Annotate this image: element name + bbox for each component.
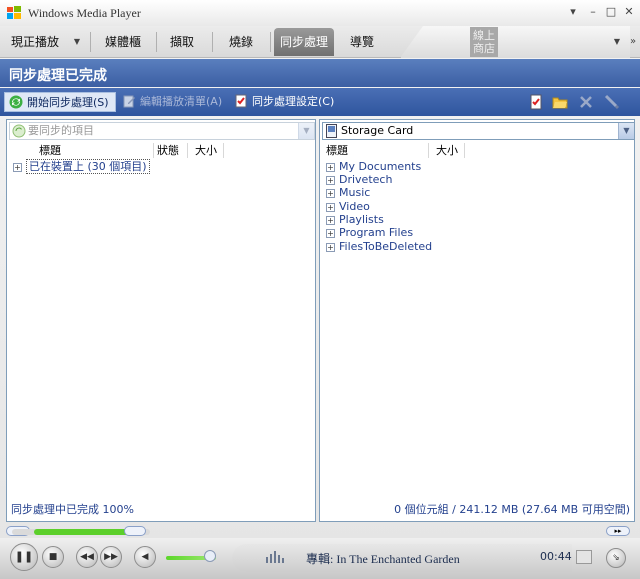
title-bar: Windows Media Player ▾ – □ ✕	[0, 0, 640, 26]
expand-icon[interactable]: +	[326, 203, 335, 212]
pen-icon[interactable]	[604, 94, 620, 110]
edit-playlist-button[interactable]: 編輯播放清單(A)	[122, 92, 222, 112]
expand-icon[interactable]: +	[326, 189, 335, 198]
tab-sync[interactable]: 同步處理	[274, 28, 334, 56]
maximize-button[interactable]: □	[604, 5, 618, 19]
expand-icon[interactable]: +	[326, 176, 335, 185]
stop-button[interactable]: ■	[42, 546, 64, 568]
online-store-area	[400, 26, 630, 58]
chevron-down-icon[interactable]: ▾	[566, 5, 580, 19]
tree-label: Music	[339, 186, 371, 199]
properties-icon[interactable]	[528, 94, 544, 110]
list-item[interactable]: + Music	[326, 186, 370, 199]
tab-guide[interactable]: 導覽	[340, 28, 384, 56]
storage-card-icon	[326, 124, 337, 138]
transport-bar: ❚❚ ■ ◀◀ ▶▶ ◀ 專輯: In The Enchanted Garden…	[0, 538, 640, 579]
nav-tabs: 現正播放 ▼ 媒體櫃 擷取 燒錄 同步處理 導覽 線上商店 ▼ »	[0, 26, 640, 58]
wmp-window: Windows Media Player ▾ – □ ✕ 現正播放 ▼ 媒體櫃 …	[0, 0, 640, 579]
sync-settings-label: 同步處理設定(C)	[252, 95, 335, 108]
chevron-down-icon[interactable]: ▼	[298, 123, 314, 139]
close-button[interactable]: ✕	[622, 5, 636, 19]
list-item[interactable]: + 已在裝置上 (30 個項目)	[13, 159, 150, 174]
seek-handle[interactable]	[124, 526, 146, 536]
expand-icon[interactable]: +	[326, 243, 335, 252]
sync-list-pane: 要同步的項目 ▼ 標題 狀態 大小 + 已在裝置上 (30 個項目) 同步處理中已…	[6, 119, 316, 522]
device-select[interactable]: Storage Card ▼	[322, 122, 635, 140]
column-size[interactable]: 大小	[195, 143, 217, 158]
column-title[interactable]: 標題	[39, 143, 61, 158]
next-button[interactable]: ▶▶	[100, 546, 122, 568]
list-item[interactable]: + My Documents	[326, 160, 421, 173]
list-item[interactable]: + Drivetech	[326, 173, 392, 186]
view-toggle-icon[interactable]	[576, 550, 592, 564]
fast-forward-small-icon[interactable]: ▸▸	[606, 526, 630, 536]
volume-knob[interactable]	[204, 550, 216, 562]
sync-icon	[9, 95, 23, 109]
sync-toolbar: 開始同步處理(S) 編輯播放清單(A) 同步處理設定(C)	[0, 88, 640, 116]
start-sync-label: 開始同步處理(S)	[27, 96, 109, 109]
equalizer-icon	[266, 551, 284, 563]
tree-label: 已在裝置上 (30 個項目)	[26, 159, 150, 174]
list-item[interactable]: + Program Files	[326, 226, 413, 239]
tree-label: My Documents	[339, 160, 422, 173]
sync-status-header: 同步處理已完成	[0, 59, 640, 87]
previous-button[interactable]: ◀◀	[76, 546, 98, 568]
chevron-down-icon[interactable]: ▼	[610, 35, 624, 49]
sync-icon	[12, 124, 26, 138]
pause-button[interactable]: ❚❚	[10, 543, 38, 571]
device-capacity-text: 0 個位元組 / 241.12 MB (27.64 MB 可用空間)	[394, 503, 630, 516]
column-status[interactable]: 狀態	[157, 143, 179, 158]
chevron-right-icon[interactable]: »	[626, 35, 640, 49]
folder-icon[interactable]	[552, 94, 568, 110]
checklist-icon	[235, 94, 247, 108]
tree-label: Video	[339, 200, 370, 213]
tab-burn[interactable]: 燒錄	[218, 28, 264, 56]
now-playing-text: 專輯: In The Enchanted Garden	[306, 552, 460, 566]
tab-now-playing[interactable]: 現正播放	[6, 28, 64, 56]
delete-icon[interactable]	[578, 94, 594, 110]
start-sync-button[interactable]: 開始同步處理(S)	[4, 92, 116, 112]
expand-icon[interactable]: +	[13, 163, 22, 172]
list-item[interactable]: + Video	[326, 200, 370, 213]
sync-settings-button[interactable]: 同步處理設定(C)	[234, 92, 334, 112]
expand-icon[interactable]: +	[326, 216, 335, 225]
online-store-button[interactable]: 線上商店	[470, 27, 498, 57]
chevron-down-icon[interactable]: ▼	[70, 35, 84, 49]
tree-label: Drivetech	[339, 173, 393, 186]
mute-button[interactable]: ◀	[134, 546, 156, 568]
device-pane: Storage Card ▼ 標題 大小 + My Documents + Driv…	[319, 119, 635, 522]
seek-progress	[34, 529, 134, 535]
edit-playlist-label: 編輯播放清單(A)	[140, 95, 223, 108]
tree-label: Playlists	[339, 213, 384, 226]
device-name: Storage Card	[341, 124, 414, 137]
switch-to-skin-icon[interactable]: ⇘	[606, 548, 626, 568]
tab-library[interactable]: 媒體櫃	[96, 28, 150, 56]
seek-bar[interactable]: ▸▸	[6, 526, 634, 536]
tree-label: FilesToBeDeleted	[339, 240, 433, 253]
sync-progress-text: 同步處理中已完成 100%	[11, 503, 134, 516]
sync-list-placeholder: 要同步的項目	[28, 124, 94, 137]
list-item[interactable]: + FilesToBeDeleted	[326, 240, 432, 253]
list-item[interactable]: + Playlists	[326, 213, 384, 226]
expand-icon[interactable]: +	[326, 163, 335, 172]
column-title[interactable]: 標題	[326, 143, 348, 158]
tree-label: Program Files	[339, 226, 414, 239]
minimize-button[interactable]: –	[586, 5, 600, 19]
sync-list-select[interactable]: 要同步的項目 ▼	[9, 122, 315, 140]
chevron-down-icon[interactable]: ▼	[618, 123, 634, 139]
expand-icon[interactable]: +	[326, 229, 335, 238]
edit-playlist-icon	[123, 95, 135, 108]
windows-logo-icon	[7, 6, 21, 19]
elapsed-time: 00:44	[540, 550, 572, 563]
tab-rip[interactable]: 擷取	[160, 28, 204, 56]
column-size[interactable]: 大小	[436, 143, 458, 158]
window-title: Windows Media Player	[28, 6, 141, 20]
